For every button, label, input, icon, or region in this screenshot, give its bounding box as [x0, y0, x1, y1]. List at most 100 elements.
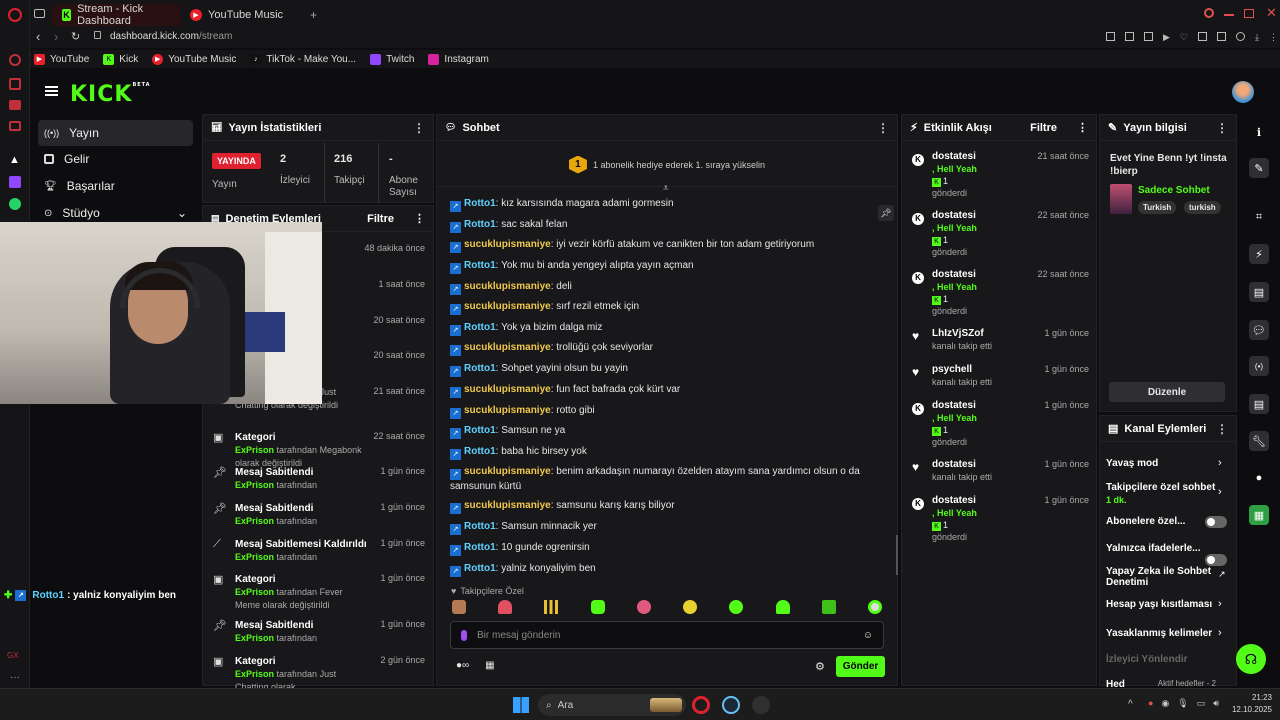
microphone-icon[interactable] [461, 629, 467, 641]
moderation-rail-icon[interactable]: ▤ [1249, 282, 1269, 302]
stats-menu-icon[interactable]: ⋮ [413, 121, 425, 135]
chat-username[interactable]: sucuklupismaniye [464, 466, 551, 477]
tray-chevron-icon[interactable]: ^ [1128, 699, 1133, 710]
bookmark-kick[interactable]: K Kick [103, 53, 138, 65]
chevron-right-icon[interactable]: › [1218, 627, 1222, 639]
chat-message[interactable]: ↗ Rotto1: kız karsısında magara adami gor… [450, 197, 870, 212]
display-icon[interactable]: ▭ [1197, 698, 1206, 709]
emote-face[interactable] [452, 600, 466, 614]
network-alert-icon[interactable]: ● [1148, 698, 1153, 709]
bookmark-youtube[interactable]: ▶ YouTube [34, 53, 89, 65]
pin-message-button[interactable]: 📌︎ [878, 205, 894, 221]
url-field[interactable]: dashboard.kick.com/stream [110, 31, 232, 42]
tab-youtube-music[interactable]: ▶ YouTube Music [180, 4, 310, 26]
nav-basarilar[interactable]: 🏆︎ Başarılar [38, 173, 193, 199]
chat-message[interactable]: ↗ sucuklupismaniye: benim arkadaşın numar… [450, 465, 870, 494]
nav-gelir[interactable]: Gelir [38, 146, 193, 172]
bookmark-youtube-music[interactable]: ▶ YouTube Music [152, 53, 236, 65]
action-viewer-redirect[interactable]: İzleyici Yönlendir [1106, 654, 1226, 665]
kick-sidebar-icon[interactable]: ▲ [9, 154, 21, 166]
action-ai-moderation[interactable]: Yapay Zeka ile Sohbet Denetimi [1106, 566, 1214, 588]
easy-setup-icon[interactable] [1217, 32, 1226, 41]
emote-pink[interactable] [636, 600, 651, 614]
steam-taskbar-icon[interactable] [722, 696, 740, 714]
emote-ghost[interactable] [775, 600, 790, 614]
action-slow-mode[interactable]: Yavaş mod [1106, 458, 1226, 469]
emoji-icon[interactable]: ☺ [863, 630, 873, 641]
profile-icon[interactable] [1236, 32, 1245, 41]
wrench-icon[interactable]: 🔧︎ [1249, 431, 1269, 451]
chat-message[interactable]: ↗ Rotto1: 10 gunde ogrenirsin [450, 541, 870, 556]
play-icon[interactable]: ▶ [1163, 32, 1170, 43]
moderation-menu-icon[interactable]: ⋮ [414, 212, 425, 225]
clock-date[interactable]: 12.10.2025 [1224, 705, 1272, 714]
chat-username[interactable]: sucuklupismaniye [464, 239, 551, 250]
opera-taskbar-icon[interactable] [692, 696, 710, 714]
chat-message[interactable]: ↗ sucuklupismaniye: deli [450, 280, 870, 295]
chat-message[interactable]: ↗ Rotto1: yalniz konyaliyim ben [450, 562, 870, 577]
chat-username[interactable]: sucuklupismaniye [464, 342, 551, 353]
search-tabs-icon[interactable] [1204, 8, 1214, 18]
chat-username[interactable]: Rotto1 [464, 363, 496, 374]
chat-username[interactable]: sucuklupismaniye [464, 301, 551, 312]
moderation-entry-actor[interactable]: ExPrison [235, 516, 274, 526]
nav-yayin[interactable]: ((•)) Yayın [38, 120, 193, 146]
emote-bars[interactable] [544, 600, 559, 614]
moderation-filter-button[interactable]: Filtre [367, 213, 394, 225]
microphone-tray-icon[interactable]: 🎙︎ [1177, 698, 1188, 709]
moderation-entry-actor[interactable]: ExPrison [235, 587, 274, 597]
info-icon[interactable]: ℹ [1249, 122, 1269, 142]
broadcast-rail-icon[interactable]: (•) [1249, 356, 1269, 376]
support-chat-button[interactable]: ☊ [1236, 644, 1266, 674]
action-followers-only[interactable]: Takipçilere özel sohbet 1 dk. [1106, 482, 1226, 507]
chevron-right-icon[interactable]: › [1218, 486, 1222, 498]
forward-icon[interactable]: › [54, 29, 58, 44]
chat-message[interactable]: ↗ sucuklupismaniye: rotto gibi [450, 404, 870, 419]
messenger-icon[interactable] [9, 100, 21, 110]
tag-turkish[interactable]: Turkish [1138, 201, 1177, 214]
chat-username[interactable]: Rotto1 [464, 542, 496, 553]
chat-message[interactable]: ↗ sucuklupismaniye: trollüğü çok seviyorl… [450, 341, 870, 356]
chat-username[interactable]: Rotto1 [464, 446, 496, 457]
tab-menu-icon[interactable] [34, 9, 45, 18]
twitch-icon[interactable] [9, 176, 21, 188]
more-icon[interactable]: ··· [10, 672, 20, 683]
volume-icon[interactable]: 🔊︎ [1213, 698, 1219, 709]
action-banned-words[interactable]: Yasaklanmış kelimeler [1106, 628, 1226, 639]
moderation-entry-actor[interactable]: ExPrison [235, 669, 274, 679]
emote-green-blob[interactable] [729, 600, 744, 614]
chat-username[interactable]: sucuklupismaniye [464, 384, 551, 395]
chat-rail-icon[interactable]: 💬︎ [1249, 320, 1269, 340]
chat-username[interactable]: Rotto1 [464, 425, 496, 436]
moderation-entry-actor[interactable]: ExPrison [235, 445, 274, 455]
opera-logo-icon[interactable] [8, 8, 22, 22]
hamburger-menu-icon[interactable] [45, 86, 58, 96]
chat-username[interactable]: Rotto1 [464, 219, 496, 230]
subscribers-only-toggle[interactable] [1205, 516, 1227, 528]
points-icon[interactable]: ●∞ [456, 660, 469, 671]
reload-icon[interactable]: ↻ [71, 30, 80, 43]
aria-icon[interactable] [9, 54, 21, 66]
chat-username[interactable]: Rotto1 [464, 260, 496, 271]
chat-message[interactable]: ↗ Rotto1: Samsun ne ya [450, 424, 870, 439]
send-button[interactable]: Gönder [836, 656, 885, 677]
windows-start-icon[interactable] [513, 697, 529, 713]
tab-kick-dashboard[interactable]: K Stream - Kick Dashboard [52, 3, 180, 27]
snapshot-icon[interactable] [1125, 32, 1134, 41]
capture-icon[interactable]: ⌗ [1249, 207, 1269, 227]
discord-taskbar-icon[interactable] [752, 696, 770, 714]
external-link-icon[interactable]: ↗ [1218, 569, 1226, 580]
edit-rail-icon[interactable]: ✎ [1249, 158, 1269, 178]
ax-icon[interactable]: GX [7, 651, 19, 660]
emote-frog[interactable] [590, 600, 605, 614]
bookmark-tiktok[interactable]: ♪ TikTok - Make You... [250, 53, 356, 65]
crypto-wallet-icon[interactable] [9, 78, 21, 90]
activity-filter-button[interactable]: Filtre [1030, 122, 1057, 134]
chat-message[interactable]: ↗ Rotto1: Samsun minnacik yer [450, 520, 870, 535]
chat-message[interactable]: ↗ sucuklupismaniye: sırf rezil etmek için [450, 300, 870, 315]
points-rail-icon[interactable]: ● [1249, 468, 1269, 488]
new-tab-button[interactable]: + [310, 8, 317, 22]
menu-icon[interactable]: ⋮ [1269, 32, 1278, 43]
chat-input[interactable]: Bir mesaj gönderin ☺ [450, 621, 884, 649]
back-icon[interactable]: ‹ [36, 29, 40, 44]
